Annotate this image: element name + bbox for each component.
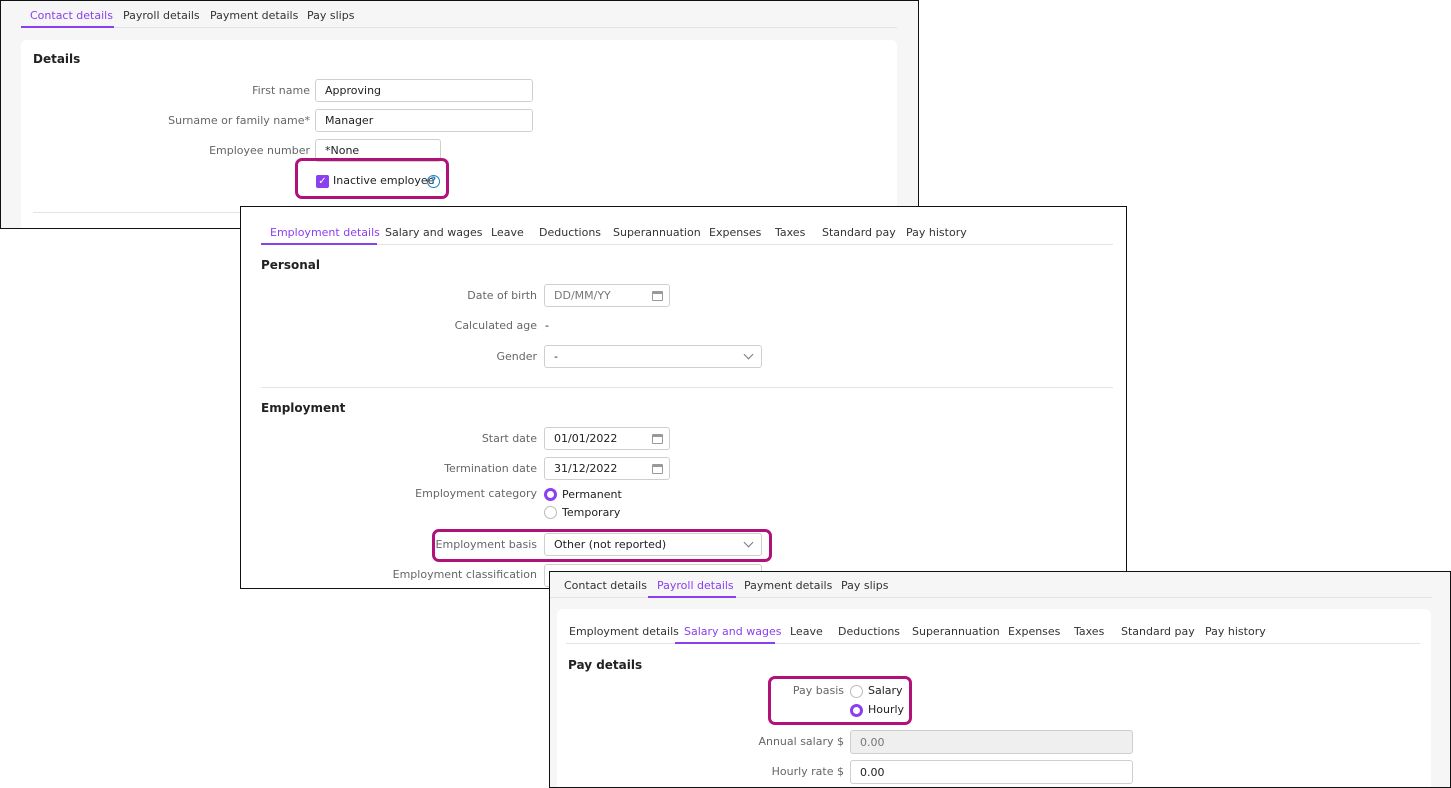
tab-employment-details[interactable]: Employment details (270, 226, 380, 239)
active-tab-underline (261, 243, 377, 245)
calendar-icon[interactable] (652, 291, 663, 301)
active-tab-underline (648, 596, 736, 598)
tab-contact-details[interactable]: Contact details (564, 579, 647, 592)
details-card: Details First name Approving Surname or … (21, 40, 897, 228)
first-name-label: First name (252, 84, 310, 97)
tab-payroll-details[interactable]: Payroll details (657, 579, 734, 592)
contact-details-panel: Contact details Payroll details Payment … (0, 0, 919, 229)
gender-select[interactable]: - (544, 345, 762, 368)
annual-salary-input: 0.00 (850, 730, 1133, 754)
subtab-standard-pay[interactable]: Standard pay (1121, 625, 1195, 638)
hourly-rate-label: Hourly rate $ (771, 765, 844, 778)
calculated-age-value: - (545, 319, 549, 332)
radio-temporary[interactable] (544, 506, 557, 519)
tab-leave[interactable]: Leave (491, 226, 524, 239)
section-title-pay-details: Pay details (568, 658, 643, 672)
active-tab-underline (21, 26, 114, 28)
chevron-down-icon (743, 349, 754, 360)
tab-contact-details[interactable]: Contact details (30, 9, 113, 22)
salary-wages-panel: Contact details Payroll details Payment … (549, 571, 1451, 788)
tabs-divider (261, 244, 1113, 245)
gender-label: Gender (496, 350, 537, 363)
employment-classification-label: Employment classification (392, 568, 537, 581)
temporary-label: Temporary (562, 506, 621, 519)
tab-payment-details[interactable]: Payment details (210, 9, 298, 22)
subtab-expenses[interactable]: Expenses (1008, 625, 1060, 638)
calculated-age-label: Calculated age (454, 319, 537, 332)
start-date-input[interactable]: 01/01/2022 (544, 427, 670, 450)
surname-value: Manager (325, 114, 374, 127)
subtab-employment-details[interactable]: Employment details (569, 625, 679, 638)
surname-input[interactable]: Manager (315, 109, 533, 132)
section-divider (261, 387, 1113, 388)
tab-payment-details[interactable]: Payment details (744, 579, 832, 592)
tabs-divider (21, 27, 897, 28)
tab-pay-slips[interactable]: Pay slips (307, 9, 354, 22)
employment-details-panel: Employment details Salary and wages Leav… (240, 206, 1127, 589)
tab-deductions[interactable]: Deductions (539, 226, 601, 239)
termination-date-input[interactable]: 31/12/2022 (544, 457, 670, 480)
gender-value: - (554, 350, 558, 363)
section-title-personal: Personal (261, 258, 320, 272)
tab-salary-and-wages[interactable]: Salary and wages (385, 226, 482, 239)
pay-card: Employment details Salary and wages Leav… (557, 609, 1431, 787)
calendar-icon[interactable] (652, 464, 663, 474)
section-title-details: Details (33, 52, 81, 66)
annual-salary-value: 0.00 (860, 735, 885, 749)
dob-input[interactable]: DD/MM/YY (544, 284, 670, 307)
highlight-inactive (295, 158, 449, 199)
tab-superannuation[interactable]: Superannuation (613, 226, 701, 239)
calendar-icon[interactable] (652, 434, 663, 444)
start-date-value: 01/01/2022 (554, 432, 618, 445)
termination-date-label: Termination date (444, 462, 537, 475)
surname-label: Surname or family name* (168, 114, 310, 127)
employee-number-label: Employee number (209, 144, 310, 157)
subtab-deductions[interactable]: Deductions (838, 625, 900, 638)
permanent-label: Permanent (562, 488, 622, 501)
highlight-pay-basis (768, 676, 912, 725)
tab-pay-history[interactable]: Pay history (906, 226, 967, 239)
start-date-label: Start date (481, 432, 537, 445)
termination-date-value: 31/12/2022 (554, 462, 618, 475)
tab-payroll-details[interactable]: Payroll details (123, 9, 200, 22)
tab-taxes[interactable]: Taxes (775, 226, 805, 239)
tab-pay-slips[interactable]: Pay slips (841, 579, 888, 592)
radio-permanent[interactable] (544, 488, 557, 501)
dob-placeholder: DD/MM/YY (554, 289, 611, 302)
subtab-superannuation[interactable]: Superannuation (912, 625, 1000, 638)
hourly-rate-value: 0.00 (860, 765, 885, 779)
section-title-employment: Employment (261, 401, 346, 415)
subtab-taxes[interactable]: Taxes (1074, 625, 1104, 638)
dob-label: Date of birth (467, 289, 537, 302)
first-name-input[interactable]: Approving (315, 79, 533, 102)
tab-standard-pay[interactable]: Standard pay (822, 226, 896, 239)
annual-salary-label: Annual salary $ (758, 735, 844, 748)
subtab-pay-history[interactable]: Pay history (1205, 625, 1266, 638)
employment-category-label: Employment category (415, 487, 537, 500)
subtab-leave[interactable]: Leave (790, 625, 823, 638)
subtab-salary-and-wages[interactable]: Salary and wages (684, 625, 781, 638)
first-name-value: Approving (325, 84, 382, 97)
tab-expenses[interactable]: Expenses (709, 226, 761, 239)
employee-number-value: *None (325, 144, 360, 157)
hourly-rate-input[interactable]: 0.00 (850, 760, 1133, 784)
active-subtab-underline (675, 642, 775, 644)
highlight-employment-basis (432, 529, 772, 562)
